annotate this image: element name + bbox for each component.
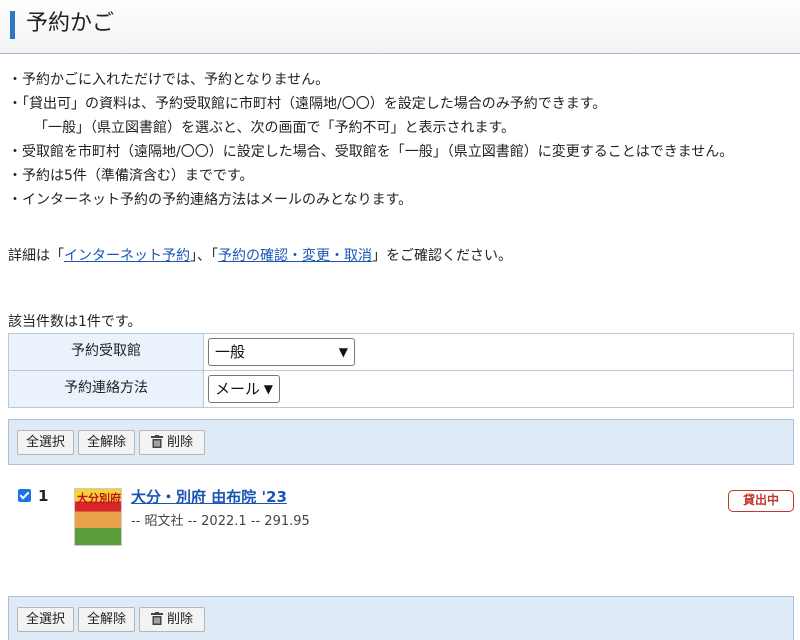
detail-suffix: 」をご確認ください。	[372, 248, 512, 264]
contact-method-value: メール	[215, 380, 261, 398]
delete-label: 削除	[166, 612, 193, 627]
chevron-down-icon: ▼	[338, 345, 348, 359]
result-count: 該当件数は1件です。	[8, 314, 142, 330]
chevron-down-icon: ▼	[263, 382, 273, 396]
pickup-library-select[interactable]: 一般 ▼	[208, 338, 355, 366]
note-line: ・「貸出可」の資料は、予約受取館に市町村（遠隔地/〇〇）を設定した場合のみ予約で…	[8, 96, 607, 112]
item-checkbox[interactable]	[18, 489, 31, 502]
pickup-library-value: 一般	[215, 343, 246, 361]
delete-button[interactable]: 削除	[139, 430, 205, 455]
cover-title: 大分別府	[77, 492, 121, 505]
page-header: 予約かご	[0, 0, 800, 54]
deselect-all-button[interactable]: 全解除	[78, 607, 135, 632]
detail-text: 詳細は「インターネット予約」、「予約の確認・変更・取消」をご確認ください。	[8, 244, 512, 268]
notes-section: ・予約かごに入れただけでは、予約となりません。 ・「貸出可」の資料は、予約受取館…	[8, 68, 798, 212]
item-number: 1	[38, 487, 49, 505]
contact-method-select[interactable]: メール ▼	[208, 375, 280, 403]
book-cover[interactable]: 大分別府	[74, 488, 122, 546]
note-line: ・予約は5件（準備済含む）までです。	[8, 168, 254, 184]
reservation-manage-link[interactable]: 予約の確認・変更・取消	[218, 248, 372, 264]
note-line: ・予約かごに入れただけでは、予約となりません。	[8, 72, 330, 88]
select-all-button[interactable]: 全選択	[17, 430, 74, 455]
book-title-link[interactable]: 大分・別府 由布院 '23	[131, 486, 287, 508]
reservation-settings: 予約受取館 一般 ▼ 予約連絡方法 メール ▼	[8, 333, 794, 408]
internet-reservation-link[interactable]: インターネット予約	[64, 248, 190, 264]
trash-icon	[150, 435, 163, 448]
detail-middle: 」、「	[190, 248, 218, 264]
book-meta: -- 昭文社 -- 2022.1 -- 291.95	[131, 514, 310, 529]
select-all-button[interactable]: 全選択	[17, 607, 74, 632]
page-title: 予約かご	[26, 11, 115, 36]
note-line: 「一般」（県立図書館）を選ぶと、次の画面で「予約不可」と表示されます。	[34, 120, 516, 136]
contact-label: 予約連絡方法	[8, 370, 204, 408]
pickup-label: 予約受取館	[8, 333, 204, 371]
delete-label: 削除	[166, 435, 193, 450]
deselect-all-button[interactable]: 全解除	[78, 430, 135, 455]
trash-icon	[150, 612, 163, 625]
note-line: ・インターネット予約の予約連絡方法はメールのみとなります。	[8, 192, 413, 208]
accent-bar	[10, 11, 15, 39]
detail-prefix: 詳細は「	[8, 248, 64, 264]
delete-button[interactable]: 削除	[139, 607, 205, 632]
bottom-toolbar: 全選択 全解除 削除	[8, 596, 794, 640]
top-toolbar: 全選択 全解除 削除	[8, 419, 794, 465]
note-line: ・受取館を市町村（遠隔地/〇〇）に設定した場合、受取館を「一般」（県立図書館）に…	[8, 144, 734, 160]
list-item: 1 大分別府 大分・別府 由布院 '23 -- 昭文社 -- 2022.1 --…	[16, 486, 796, 556]
status-badge: 貸出中	[728, 490, 794, 512]
